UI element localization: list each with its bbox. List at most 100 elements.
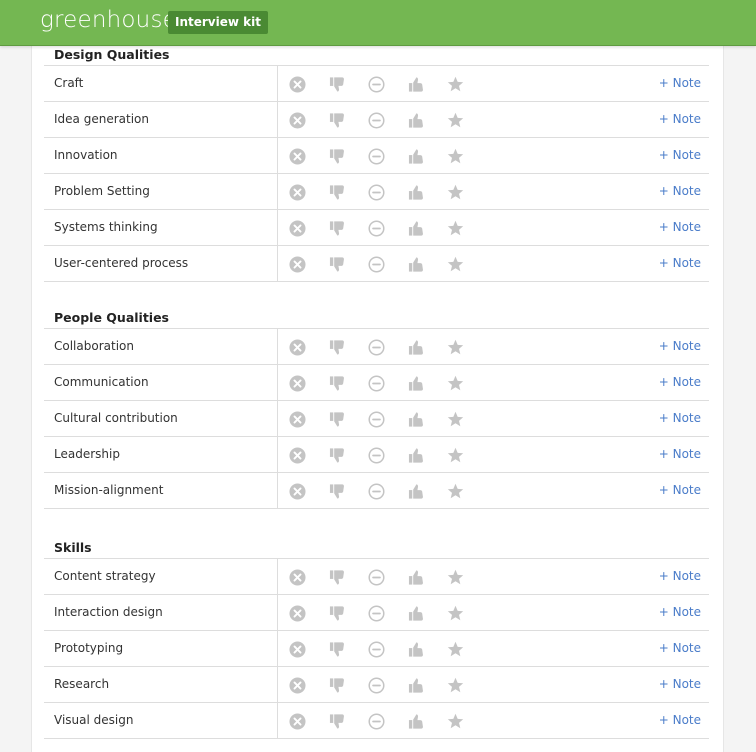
add-note-link[interactable]: + Note [659,703,701,738]
star-icon[interactable] [446,147,464,165]
minus-circle-icon[interactable] [367,640,385,658]
minus-circle-icon[interactable] [367,676,385,694]
thumbs-down-icon[interactable] [328,338,346,356]
add-note-link[interactable]: + Note [659,401,701,436]
star-icon[interactable] [446,568,464,586]
add-note-link[interactable]: + Note [659,102,701,137]
minus-circle-icon[interactable] [367,255,385,273]
star-icon[interactable] [446,604,464,622]
minus-circle-icon[interactable] [367,604,385,622]
thumbs-down-icon[interactable] [328,482,346,500]
star-icon[interactable] [446,338,464,356]
add-note-link[interactable]: + Note [659,246,701,281]
minus-circle-icon[interactable] [367,183,385,201]
thumbs-up-icon[interactable] [407,183,425,201]
thumbs-up-icon[interactable] [407,374,425,392]
star-icon[interactable] [446,712,464,730]
close-circle-icon[interactable] [288,374,306,392]
thumbs-down-icon[interactable] [328,568,346,586]
thumbs-down-icon[interactable] [328,255,346,273]
star-icon[interactable] [446,640,464,658]
thumbs-down-icon[interactable] [328,604,346,622]
minus-circle-icon[interactable] [367,568,385,586]
minus-circle-icon[interactable] [367,147,385,165]
close-circle-icon[interactable] [288,640,306,658]
minus-circle-icon[interactable] [367,219,385,237]
add-note-link[interactable]: + Note [659,329,701,364]
star-icon[interactable] [446,374,464,392]
thumbs-up-icon[interactable] [407,446,425,464]
thumbs-up-icon[interactable] [407,676,425,694]
add-note-link[interactable]: + Note [659,667,701,702]
minus-circle-icon[interactable] [367,446,385,464]
thumbs-down-icon[interactable] [328,446,346,464]
star-icon[interactable] [446,676,464,694]
close-circle-icon[interactable] [288,147,306,165]
star-icon[interactable] [446,75,464,93]
minus-circle-icon[interactable] [367,338,385,356]
thumbs-up-icon[interactable] [407,410,425,428]
minus-circle-icon[interactable] [367,712,385,730]
add-note-link[interactable]: + Note [659,559,701,594]
close-circle-icon[interactable] [288,568,306,586]
close-circle-icon[interactable] [288,255,306,273]
close-circle-icon[interactable] [288,446,306,464]
thumbs-up-icon[interactable] [407,640,425,658]
add-note-link[interactable]: + Note [659,174,701,209]
close-circle-icon[interactable] [288,183,306,201]
minus-circle-icon[interactable] [367,482,385,500]
thumbs-down-icon[interactable] [328,219,346,237]
thumbs-up-icon[interactable] [407,219,425,237]
close-circle-icon[interactable] [288,410,306,428]
add-note-link[interactable]: + Note [659,66,701,101]
thumbs-down-icon[interactable] [328,374,346,392]
close-circle-icon[interactable] [288,111,306,129]
close-circle-icon[interactable] [288,219,306,237]
minus-circle-icon[interactable] [367,410,385,428]
thumbs-down-icon[interactable] [328,676,346,694]
thumbs-up-icon[interactable] [407,75,425,93]
close-circle-icon[interactable] [288,75,306,93]
close-circle-icon[interactable] [288,604,306,622]
minus-circle-icon[interactable] [367,75,385,93]
add-note-link[interactable]: + Note [659,473,701,508]
close-circle-icon[interactable] [288,482,306,500]
add-note-link[interactable]: + Note [659,595,701,630]
greenhouse-logo[interactable]: greenhouse [40,4,177,36]
thumbs-down-icon[interactable] [328,183,346,201]
thumbs-up-icon[interactable] [407,111,425,129]
close-circle-icon[interactable] [288,338,306,356]
add-note-link[interactable]: + Note [659,365,701,400]
star-icon[interactable] [446,183,464,201]
thumbs-up-icon[interactable] [407,604,425,622]
star-icon[interactable] [446,219,464,237]
thumbs-down-icon[interactable] [328,111,346,129]
thumbs-down-icon[interactable] [328,712,346,730]
thumbs-up-icon[interactable] [407,482,425,500]
add-note-link[interactable]: + Note [659,437,701,472]
column-divider [277,66,278,101]
thumbs-up-icon[interactable] [407,338,425,356]
interview-kit-badge[interactable]: Interview kit [168,11,268,34]
add-note-link[interactable]: + Note [659,138,701,173]
add-note-link[interactable]: + Note [659,631,701,666]
section-title: Design Qualities [54,47,170,62]
thumbs-down-icon[interactable] [328,640,346,658]
thumbs-down-icon[interactable] [328,410,346,428]
star-icon[interactable] [446,111,464,129]
close-circle-icon[interactable] [288,676,306,694]
close-circle-icon[interactable] [288,712,306,730]
star-icon[interactable] [446,446,464,464]
add-note-link[interactable]: + Note [659,210,701,245]
star-icon[interactable] [446,255,464,273]
thumbs-down-icon[interactable] [328,75,346,93]
minus-circle-icon[interactable] [367,111,385,129]
minus-circle-icon[interactable] [367,374,385,392]
thumbs-up-icon[interactable] [407,147,425,165]
star-icon[interactable] [446,410,464,428]
star-icon[interactable] [446,482,464,500]
thumbs-up-icon[interactable] [407,568,425,586]
thumbs-up-icon[interactable] [407,712,425,730]
thumbs-down-icon[interactable] [328,147,346,165]
thumbs-up-icon[interactable] [407,255,425,273]
